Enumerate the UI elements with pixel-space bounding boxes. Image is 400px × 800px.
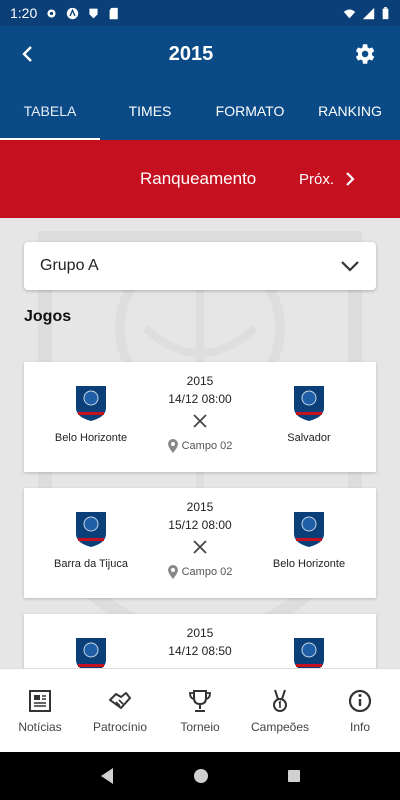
tab-times[interactable]: TIMES bbox=[100, 82, 200, 140]
nav-info[interactable]: Info bbox=[320, 669, 400, 752]
match-datetime: 15/12 08:00 bbox=[168, 518, 232, 532]
match-place: Campo 02 bbox=[140, 565, 260, 579]
nav-campeoes[interactable]: Campeões bbox=[240, 669, 320, 752]
versus-icon bbox=[193, 414, 207, 428]
nav-label: Torneio bbox=[180, 719, 220, 734]
trophy-icon bbox=[189, 689, 211, 712]
news-icon bbox=[29, 689, 51, 712]
status-bar: 1:20 bbox=[0, 0, 400, 26]
nav-torneio[interactable]: Torneio bbox=[160, 669, 240, 752]
away-team-name: Salvador bbox=[287, 432, 331, 444]
home-team bbox=[36, 636, 146, 668]
sd-card-icon bbox=[109, 7, 118, 19]
versus-icon bbox=[193, 540, 207, 554]
team-crest-icon bbox=[76, 386, 106, 421]
nav-noticias[interactable]: Notícias bbox=[0, 669, 80, 752]
match-card[interactable]: Barra da Tijuca 2015 15/12 08:00 Campo 0… bbox=[24, 488, 376, 598]
status-time: 1:20 bbox=[10, 5, 38, 21]
match-info: 2015 14/12 08:50 bbox=[140, 626, 260, 658]
section-title: Jogos bbox=[24, 308, 72, 325]
system-back-icon[interactable] bbox=[99, 767, 115, 785]
match-datetime: 14/12 08:00 bbox=[168, 392, 232, 406]
away-team bbox=[254, 636, 364, 668]
match-card[interactable]: Belo Horizonte 2015 14/12 08:00 Campo 02… bbox=[24, 362, 376, 472]
arrow-back-icon bbox=[22, 46, 32, 62]
settings-button[interactable] bbox=[336, 26, 392, 82]
match-year: 2015 bbox=[186, 500, 214, 514]
settings-status-icon bbox=[47, 8, 56, 18]
chevron-down-icon bbox=[341, 261, 359, 272]
location-pin-icon bbox=[167, 565, 178, 579]
nav-label: Campeões bbox=[250, 719, 310, 734]
nav-label: Notícias bbox=[18, 719, 62, 734]
nav-label: Info bbox=[349, 719, 370, 734]
chevron-right-icon bbox=[346, 172, 355, 186]
nav-patrocinio[interactable]: Patrocínio bbox=[80, 669, 160, 752]
signal-icon bbox=[362, 7, 375, 19]
info-icon bbox=[348, 689, 372, 712]
ranking-banner: Ranqueamento Próx. bbox=[0, 140, 400, 218]
team-crest-icon bbox=[294, 638, 324, 668]
app-bar: 2015 bbox=[0, 26, 400, 82]
match-year: 2015 bbox=[186, 626, 214, 640]
ranking-label[interactable]: Ranqueamento bbox=[140, 169, 256, 189]
match-place: Campo 02 bbox=[140, 439, 260, 453]
tab-bar: TABELA TIMES FORMATO RANKING bbox=[0, 82, 400, 140]
match-info: 2015 14/12 08:00 Campo 02 bbox=[140, 374, 260, 453]
page-title: 2015 bbox=[168, 42, 214, 65]
app-status-icon bbox=[67, 7, 79, 19]
tab-ranking[interactable]: RANKING bbox=[300, 82, 400, 140]
home-team-name: Barra da Tijuca bbox=[54, 558, 128, 570]
system-navigation bbox=[0, 752, 400, 800]
away-team: Salvador bbox=[254, 384, 364, 444]
next-label: Próx. bbox=[299, 170, 335, 188]
system-recents-icon[interactable] bbox=[287, 769, 301, 783]
match-datetime: 14/12 08:50 bbox=[168, 644, 232, 658]
gear-icon bbox=[355, 44, 375, 64]
shield-status-icon bbox=[89, 8, 98, 18]
group-select-value: Grupo A bbox=[40, 257, 99, 274]
battery-icon bbox=[382, 6, 389, 19]
team-crest-icon bbox=[294, 386, 324, 421]
home-team: Belo Horizonte bbox=[36, 384, 146, 444]
games-content[interactable]: Grupo A Jogos Belo Horizonte 2015 14/12 … bbox=[0, 218, 400, 668]
match-place-label: Campo 02 bbox=[181, 566, 233, 578]
away-team: Belo Horizonte bbox=[254, 510, 364, 570]
team-crest-icon bbox=[76, 512, 106, 547]
match-info: 2015 15/12 08:00 Campo 02 bbox=[140, 500, 260, 579]
home-team: Barra da Tijuca bbox=[36, 510, 146, 570]
system-home-icon[interactable] bbox=[193, 768, 209, 784]
wifi-icon bbox=[343, 8, 356, 18]
handshake-icon bbox=[109, 691, 131, 709]
team-crest-icon bbox=[76, 638, 106, 668]
match-place-label: Campo 02 bbox=[181, 440, 233, 452]
tab-tabela[interactable]: TABELA bbox=[0, 82, 100, 140]
away-team-name: Belo Horizonte bbox=[272, 558, 346, 570]
team-crest-icon bbox=[294, 512, 324, 547]
group-select[interactable]: Grupo A bbox=[24, 242, 376, 290]
medal-icon bbox=[273, 689, 287, 712]
bottom-navigation: Notícias Patrocínio Torneio Campeões Inf… bbox=[0, 668, 400, 752]
home-team-name: Belo Horizonte bbox=[54, 432, 128, 444]
match-card[interactable]: 2015 14/12 08:50 bbox=[24, 614, 376, 668]
nav-label: Patrocínio bbox=[92, 719, 148, 734]
tab-formato[interactable]: FORMATO bbox=[200, 82, 300, 140]
next-button[interactable]: Próx. bbox=[299, 171, 356, 188]
match-year: 2015 bbox=[186, 374, 214, 388]
location-pin-icon bbox=[167, 439, 178, 453]
